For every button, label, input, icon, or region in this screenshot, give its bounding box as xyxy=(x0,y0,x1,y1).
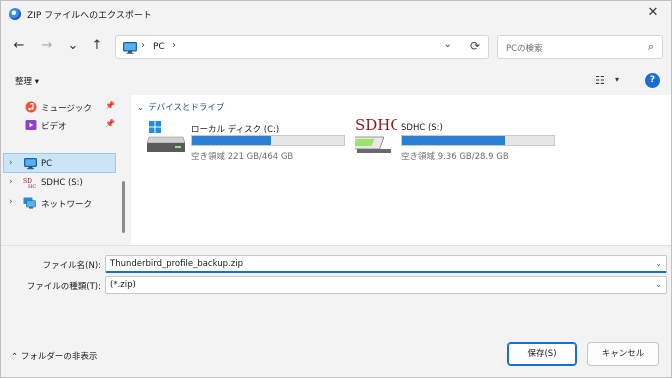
title-bar: ZIP ファイルへのエクスポート ✕ xyxy=(1,1,671,27)
pc-icon xyxy=(24,158,37,170)
forward-button[interactable]: → xyxy=(37,36,57,56)
sidebar-item-pc[interactable]: › PC xyxy=(3,153,116,173)
sidebar-item-label: SDHC (S:) xyxy=(41,178,83,188)
refresh-icon[interactable]: ⟳ xyxy=(470,39,480,53)
organize-menu-button[interactable]: 整理 ▾ xyxy=(15,75,39,87)
music-icon xyxy=(25,101,37,113)
drive-usage-fill xyxy=(192,136,272,145)
up-button[interactable]: ↑ xyxy=(87,36,107,56)
save-button[interactable]: 保存(S) xyxy=(507,342,577,366)
pin-icon: 📌 xyxy=(105,101,115,110)
filename-value: Thunderbird_profile_backup.zip xyxy=(110,259,243,269)
address-bar[interactable]: › PC › ⌄ ⟳ xyxy=(115,35,489,59)
sidebar-item-network[interactable]: › ネットワーク xyxy=(1,193,121,213)
filename-input[interactable]: Thunderbird_profile_backup.zip ⌄ xyxy=(105,255,667,273)
filetype-select[interactable]: (*.zip) ⌄ xyxy=(105,276,667,294)
chevron-right-icon[interactable]: › xyxy=(9,158,13,168)
window-title: ZIP ファイルへのエクスポート xyxy=(27,11,152,21)
filetype-label: ファイルの種類(T): xyxy=(26,282,101,292)
drive-name: SDHC (S:) xyxy=(401,123,443,133)
drive-name: ローカル ディスク (C:) xyxy=(191,125,280,135)
svg-text:HC: HC xyxy=(28,184,36,189)
filetype-value: (*.zip) xyxy=(110,280,136,290)
pin-icon: 📌 xyxy=(105,119,115,128)
content-pane: ⌄ デバイスとドライブ ローカル ディスク (C:) 空き領域 221 GB/46… xyxy=(131,95,671,245)
nav-pane-scrollbar[interactable] xyxy=(122,181,125,233)
divider xyxy=(1,245,671,246)
address-dropdown-button[interactable]: ⌄ xyxy=(444,39,452,50)
breadcrumb-separator[interactable]: › xyxy=(172,40,176,51)
navigation-pane: ミュージック 📌 ビデオ 📌 › PC › SDHC SDHC (S:) › xyxy=(1,95,129,245)
drive-usage-bar xyxy=(191,135,345,146)
navigation-bar: ← → ⌄ ↑ › PC › ⌄ ⟳ PCの検索 ⌕ xyxy=(1,27,671,65)
search-icon[interactable]: ⌕ xyxy=(648,40,654,54)
chevron-down-icon[interactable]: ⌄ xyxy=(655,280,662,289)
drive-usage-fill xyxy=(402,136,506,145)
group-header-label: デバイスとドライブ xyxy=(148,103,225,113)
sidebar-item-label: ネットワーク xyxy=(41,200,93,210)
group-header-devices[interactable]: ⌄ デバイスとドライブ xyxy=(137,101,224,113)
sidebar-item-label: ミュージック xyxy=(41,104,92,114)
sdhc-card-icon: SDHC xyxy=(345,115,402,160)
chevron-right-icon[interactable]: › xyxy=(9,177,13,187)
local-disk-icon xyxy=(146,121,186,158)
breadcrumb-separator[interactable]: › xyxy=(141,40,145,51)
search-box[interactable]: PCの検索 ⌕ xyxy=(497,35,663,59)
drive-item-s[interactable]: SDHC SDHC (S:) 空き領域 9.36 GB/28.9 GB xyxy=(345,116,565,165)
drive-usage-bar xyxy=(401,135,555,146)
command-bar: 整理 ▾ ☷ ▾ ? xyxy=(1,67,671,95)
search-placeholder: PCの検索 xyxy=(506,44,543,54)
recent-locations-button[interactable]: ⌄ xyxy=(63,36,83,56)
drive-item-c[interactable]: ローカル ディスク (C:) 空き領域 221 GB/464 GB xyxy=(146,121,347,165)
svg-text:SDHC: SDHC xyxy=(355,116,397,134)
cancel-button[interactable]: キャンセル xyxy=(587,342,659,366)
sidebar-item-sdhc[interactable]: › SD HC SDHC (S:) xyxy=(1,173,121,193)
help-icon[interactable]: ? xyxy=(645,73,660,88)
view-options-icon[interactable]: ☷ xyxy=(595,74,605,87)
close-button[interactable]: ✕ xyxy=(645,5,661,21)
sidebar-item-music[interactable]: ミュージック 📌 xyxy=(1,97,121,117)
hide-folders-toggle[interactable]: ⌃ フォルダーの非表示 xyxy=(11,350,97,362)
breadcrumb-pc[interactable]: PC xyxy=(153,42,165,52)
back-button[interactable]: ← xyxy=(9,36,29,56)
drive-free-space: 空き領域 221 GB/464 GB xyxy=(191,152,294,162)
thunderbird-app-icon xyxy=(9,8,21,20)
pc-icon xyxy=(123,42,137,57)
sidebar-item-video[interactable]: ビデオ 📌 xyxy=(1,115,121,135)
chevron-right-icon[interactable]: › xyxy=(9,197,13,207)
chevron-down-icon: ⌄ xyxy=(137,103,145,113)
export-zip-dialog: ZIP ファイルへのエクスポート ✕ ← → ⌄ ↑ › PC › ⌄ ⟳ PC… xyxy=(0,0,672,378)
chevron-down-icon[interactable]: ⌄ xyxy=(655,259,662,268)
sdhc-icon: SD HC xyxy=(23,177,36,190)
sidebar-item-label: ビデオ xyxy=(41,122,67,132)
video-icon xyxy=(25,119,37,131)
view-dropdown-button[interactable]: ▾ xyxy=(615,75,619,84)
network-icon xyxy=(23,197,36,209)
drive-free-space: 空き領域 9.36 GB/28.9 GB xyxy=(401,152,509,162)
filename-label: ファイル名(N): xyxy=(42,261,101,271)
sidebar-item-label: PC xyxy=(41,159,53,169)
